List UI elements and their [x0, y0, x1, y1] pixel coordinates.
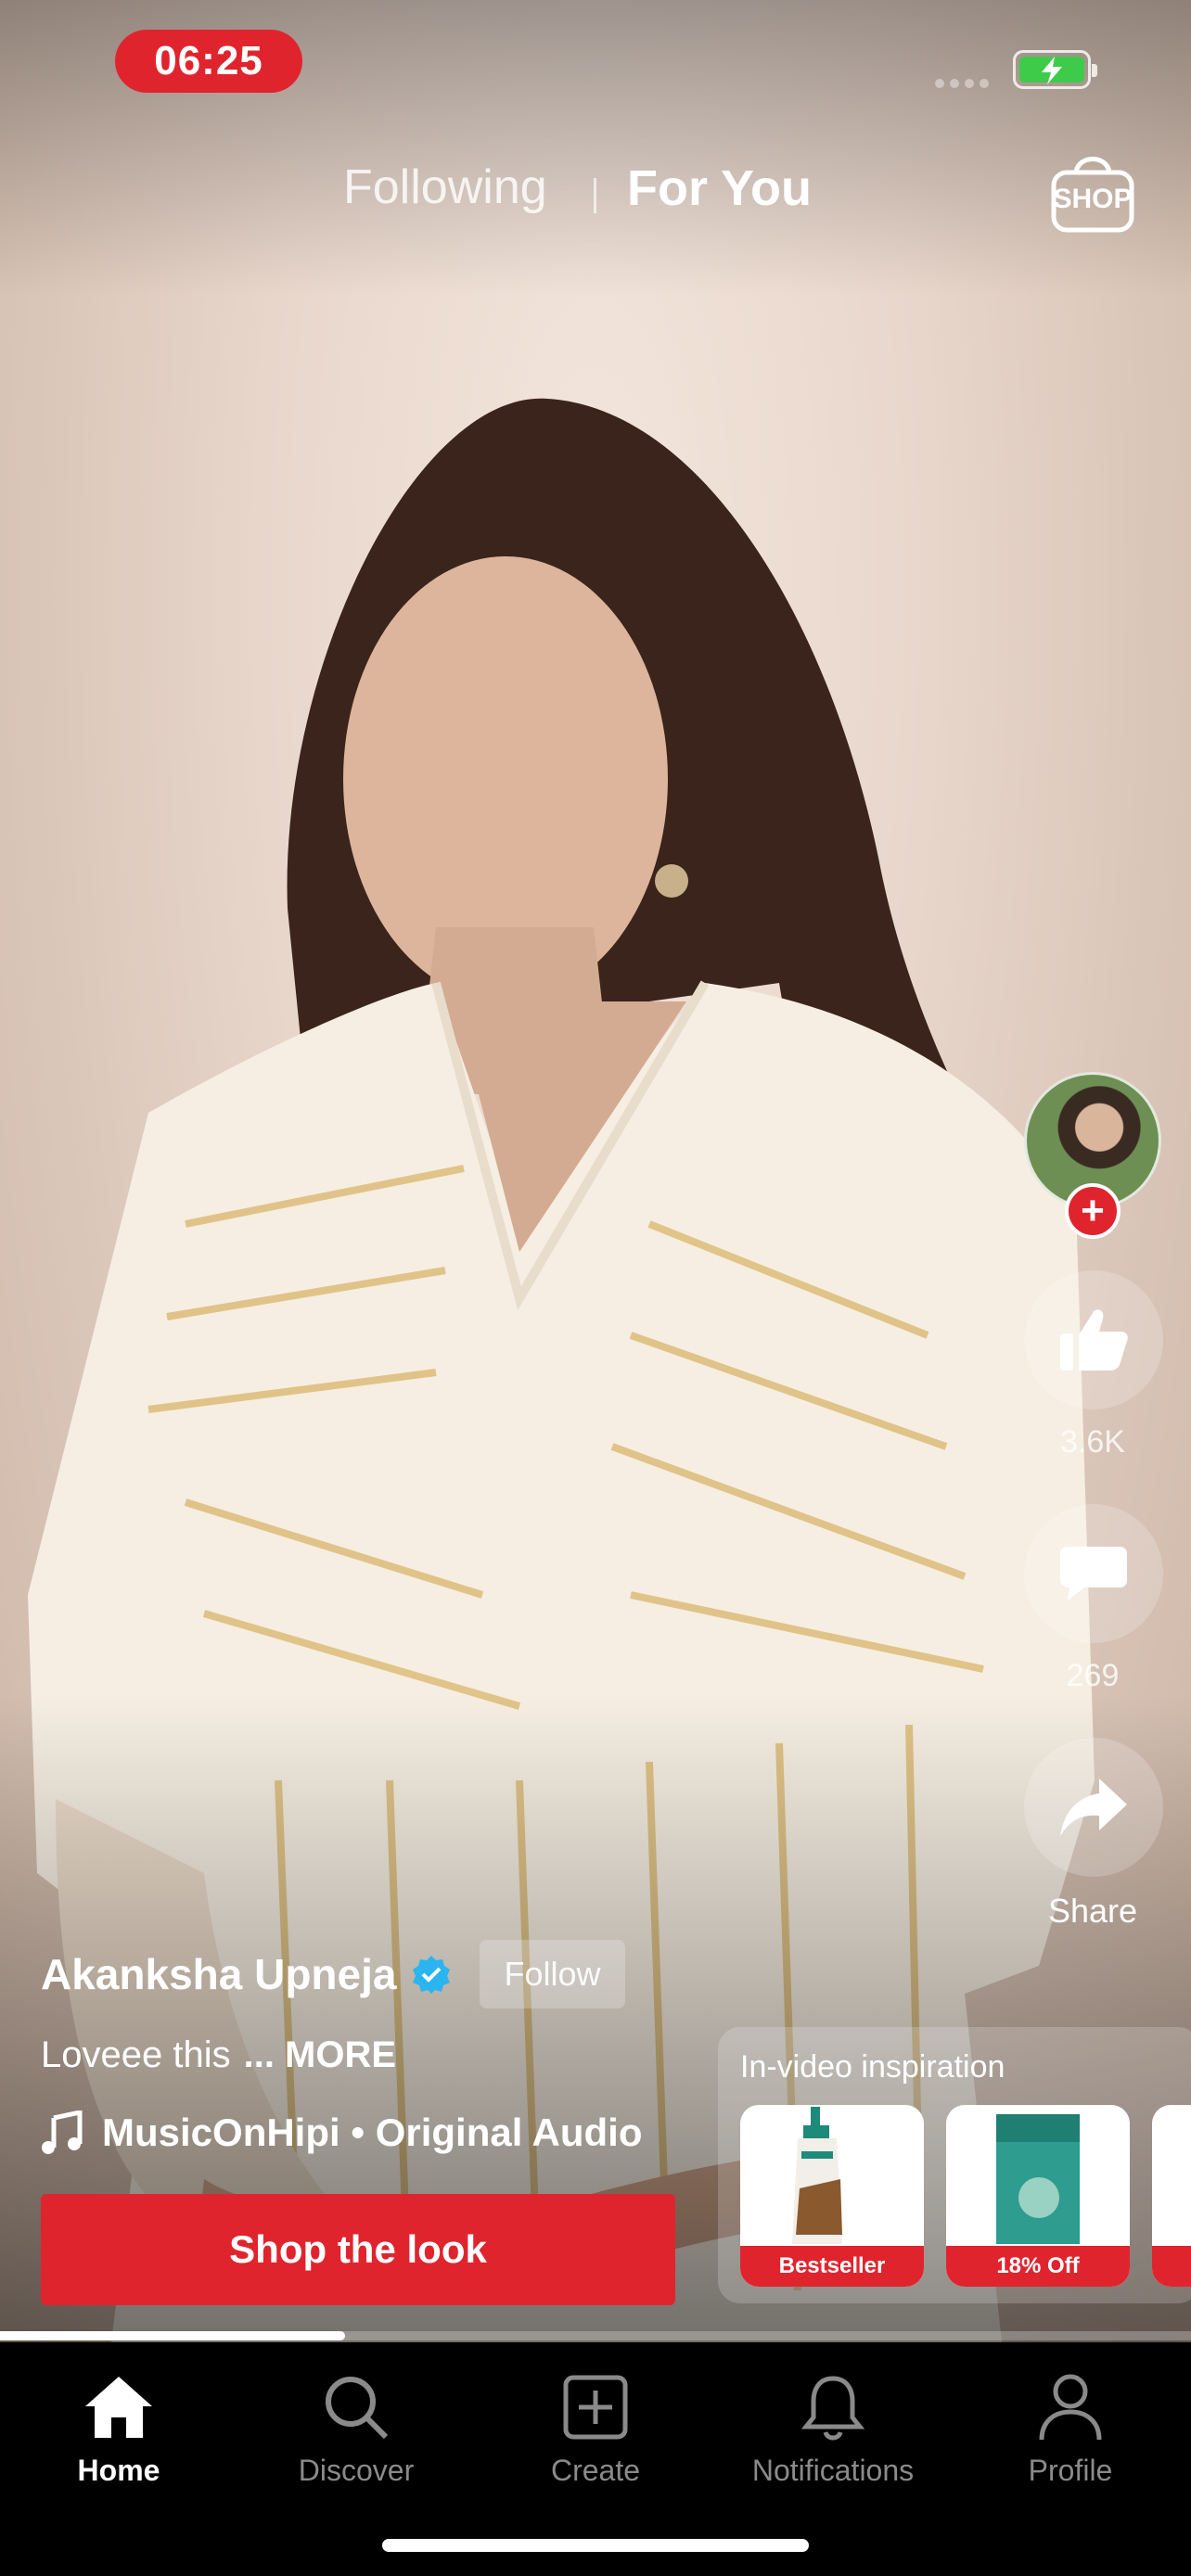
- follow-plus-icon[interactable]: +: [1065, 1183, 1121, 1239]
- inspiration-title: In-video inspiration: [740, 2049, 1005, 2085]
- verified-badge-icon: [413, 1956, 451, 1994]
- thumbs-up-icon: [1060, 1309, 1128, 1371]
- cellular-signal-icon: [935, 76, 998, 88]
- tab-divider: [594, 178, 596, 213]
- creator-username[interactable]: Akanksha Upneja: [41, 1949, 396, 1999]
- share-label: Share: [1047, 1892, 1138, 1930]
- user-icon: [1039, 2374, 1102, 2441]
- nav-create[interactable]: Create: [490, 2368, 701, 2488]
- share-arrow-icon: [1060, 1779, 1127, 1836]
- shop-the-look-button[interactable]: Shop the look: [41, 2194, 675, 2305]
- nav-label: Create: [550, 2454, 641, 2487]
- share-button[interactable]: [1024, 1738, 1163, 1877]
- like-count: 3.6K: [1060, 1424, 1125, 1460]
- in-video-inspiration-panel: In-video inspiration Bestseller 18% Off: [718, 2027, 1191, 2303]
- comment-button[interactable]: [1024, 1504, 1163, 1643]
- battery-charging-icon: [1013, 50, 1097, 89]
- nav-profile[interactable]: Profile: [965, 2368, 1176, 2488]
- comment-bubble-icon: [1060, 1547, 1127, 1600]
- home-indicator[interactable]: [382, 2539, 809, 2552]
- like-button[interactable]: [1024, 1270, 1163, 1409]
- audio-label: MusicOnHipi • Original Audio: [102, 2111, 643, 2154]
- product-card[interactable]: [1152, 2105, 1191, 2287]
- product-image-box: [996, 2114, 1080, 2244]
- comment-count: 269: [1066, 1658, 1120, 1693]
- shop-button[interactable]: SHOP: [1048, 148, 1137, 234]
- product-card[interactable]: Bestseller: [740, 2105, 924, 2287]
- nav-discover[interactable]: Discover: [250, 2368, 462, 2488]
- product-card[interactable]: 18% Off: [946, 2105, 1130, 2287]
- search-icon: [326, 2377, 389, 2440]
- audio-track[interactable]: MusicOnHipi • Original Audio: [41, 2111, 642, 2155]
- tab-following[interactable]: Following: [343, 159, 547, 215]
- nav-label: Profile: [1028, 2454, 1113, 2487]
- feed-tabs: Following For You: [0, 159, 1191, 234]
- nav-home[interactable]: Home: [13, 2368, 224, 2488]
- plus-square-icon: [563, 2375, 628, 2440]
- nav-label: Home: [77, 2454, 160, 2487]
- nav-label: Discover: [298, 2454, 415, 2487]
- follow-button[interactable]: Follow: [480, 1940, 625, 2009]
- home-icon: [85, 2377, 152, 2438]
- product-badge-partial: [1152, 2246, 1191, 2287]
- shop-label: SHOP: [1053, 184, 1133, 214]
- nav-notifications[interactable]: Notifications: [727, 2368, 939, 2488]
- status-time: 06:25: [115, 30, 302, 93]
- video-progress-fill: [0, 2331, 346, 2340]
- post-caption: Loveee this ... MORE: [41, 2034, 396, 2076]
- product-badge: Bestseller: [740, 2246, 924, 2287]
- bell-icon: [800, 2376, 865, 2441]
- caption-text: Loveee this: [41, 2034, 231, 2075]
- product-badge: 18% Off: [946, 2246, 1130, 2287]
- caption-more-link[interactable]: ... MORE: [244, 2034, 396, 2075]
- tab-for-you[interactable]: For You: [627, 159, 812, 217]
- music-note-icon: [42, 2111, 83, 2154]
- creator-row: Akanksha Upneja Follow: [41, 1940, 625, 2009]
- product-image-lotion: [792, 2107, 842, 2244]
- video-progress-bar[interactable]: [0, 2331, 1191, 2340]
- nav-label: Notifications: [751, 2454, 915, 2487]
